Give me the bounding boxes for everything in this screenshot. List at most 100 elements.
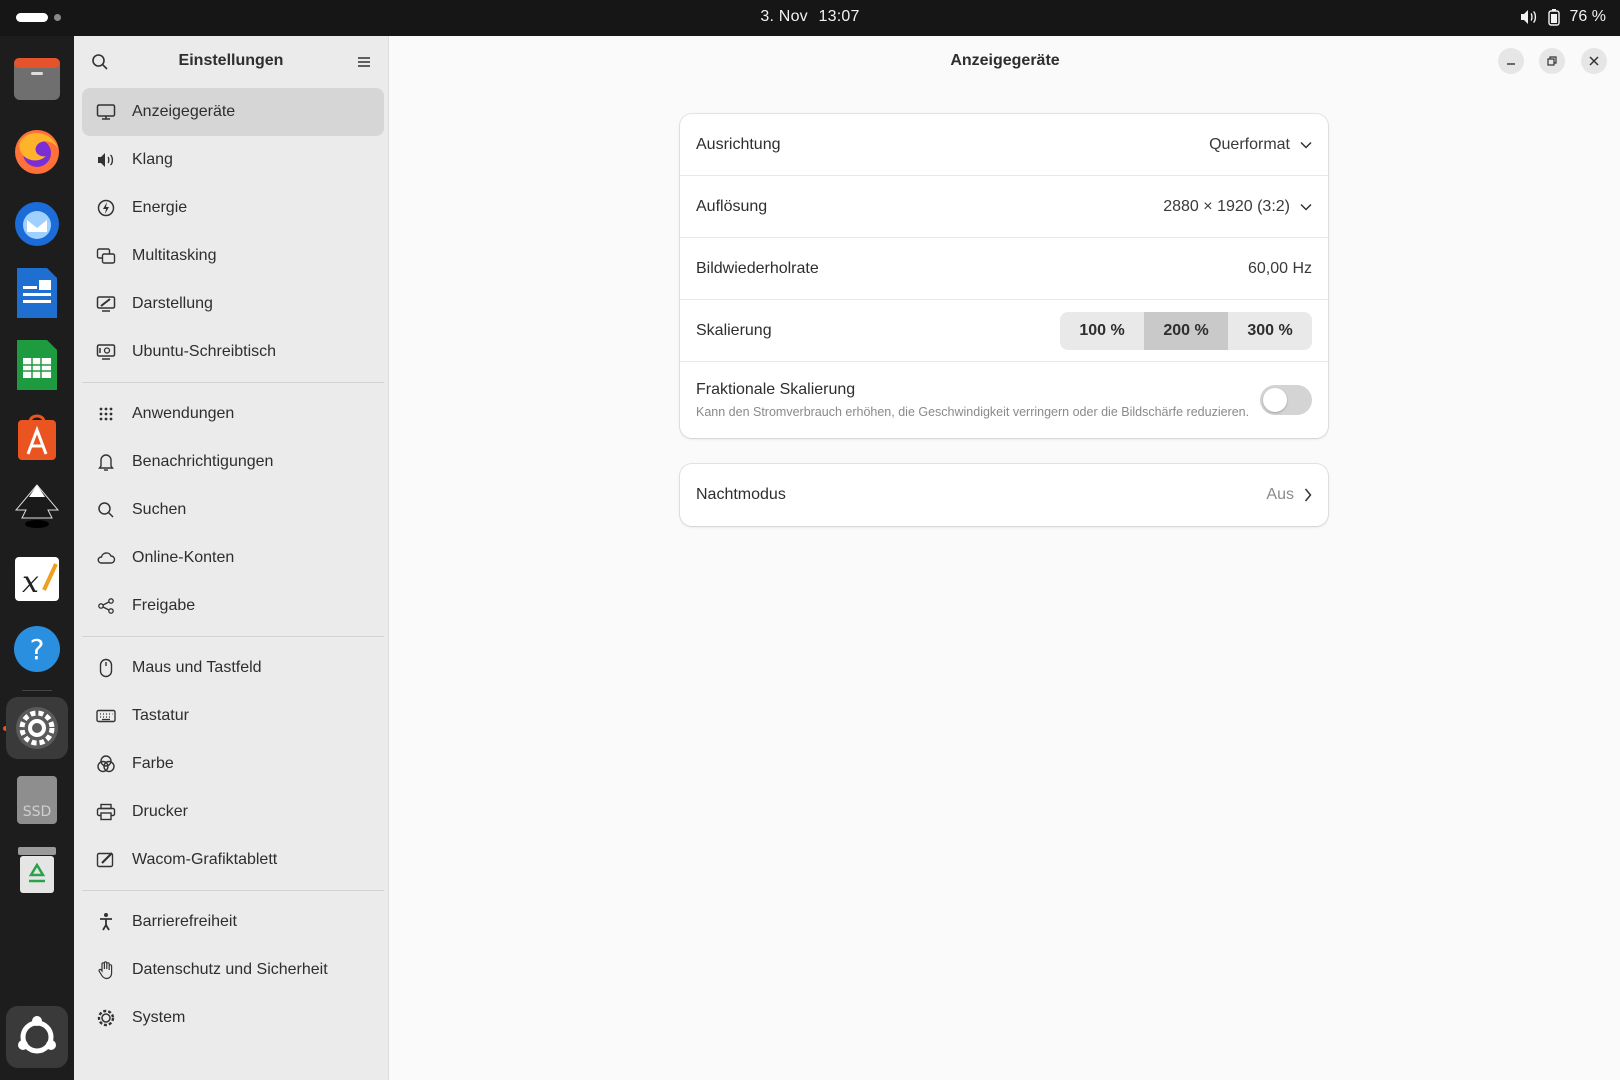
sidebar-item-label: Anwendungen <box>132 405 235 422</box>
sidebar-item-anzeigegeraete[interactable]: Anzeigegeräte <box>82 88 384 136</box>
orientation-dropdown[interactable]: Querformat <box>1209 136 1312 154</box>
night-mode-row[interactable]: Nachtmodus Aus <box>680 464 1328 526</box>
system-tray[interactable]: 76 % <box>1520 8 1606 26</box>
ssd-label: SSD <box>23 804 52 820</box>
sidebar-item-multitasking[interactable]: Multitasking <box>82 232 384 280</box>
night-mode-value: Aus <box>1266 486 1294 503</box>
fractional-scaling-row: Fraktionale Skalierung Kann den Stromver… <box>680 362 1328 438</box>
clock[interactable]: 3. Nov 13:07 <box>0 8 1620 26</box>
libreoffice-writer-icon[interactable] <box>6 262 68 324</box>
minimize-button[interactable] <box>1498 48 1524 74</box>
xournal-icon[interactable]: x <box>6 548 68 610</box>
sidebar-item-label: Farbe <box>132 755 174 772</box>
volume-icon <box>1520 9 1538 25</box>
main-menu-button[interactable] <box>350 48 378 76</box>
hamburger-menu-icon <box>358 57 370 67</box>
sidebar-item-barrierefreiheit[interactable]: Barrierefreiheit <box>82 898 384 946</box>
color-icon <box>96 754 116 774</box>
chevron-down-icon <box>1300 141 1312 149</box>
tablet-icon <box>96 850 116 870</box>
sidebar-item-darstellung[interactable]: Darstellung <box>82 280 384 328</box>
sidebar-item-benachrichtigungen[interactable]: Benachrichtigungen <box>82 438 384 486</box>
orientation-label: Ausrichtung <box>696 135 781 153</box>
sidebar-item-label: Drucker <box>132 803 189 820</box>
desktop-icon <box>96 342 116 362</box>
resolution-value: 2880 × 1920 (3:2) <box>1163 197 1290 215</box>
page-title: Anzeigegeräte <box>950 52 1060 69</box>
files-icon[interactable] <box>6 48 68 110</box>
sidebar-item-wacom-grafiktablett[interactable]: Wacom-Grafiktablett <box>82 836 384 884</box>
fractional-scaling-label: Fraktionale Skalierung <box>696 380 856 398</box>
scaling-label: Skalierung <box>696 321 772 339</box>
bell-icon <box>96 452 116 472</box>
fractional-scaling-toggle[interactable] <box>1260 385 1312 415</box>
sidebar-item-label: Anzeigegeräte <box>132 103 236 120</box>
sidebar-divider <box>82 636 384 637</box>
scale-option-100[interactable]: 100 % <box>1060 311 1144 350</box>
minimize-icon <box>1507 63 1515 65</box>
sidebar-item-label: Benachrichtigungen <box>132 453 274 470</box>
sidebar-item-datenschutz-und-sicherheit[interactable]: Datenschutz und Sicherheit <box>82 946 384 994</box>
thunderbird-icon[interactable] <box>6 192 68 254</box>
refresh-rate-value: 60,00 Hz <box>1247 259 1312 277</box>
sidebar-item-anwendungen[interactable]: Anwendungen <box>82 390 384 438</box>
sidebar-item-tastatur[interactable]: Tastatur <box>82 692 384 740</box>
sidebar-item-label: Wacom-Grafiktablett <box>132 851 278 868</box>
orientation-row[interactable]: Ausrichtung Querformat <box>680 114 1328 176</box>
cloud-icon <box>96 548 116 568</box>
share-icon <box>96 596 116 616</box>
sidebar-item-klang[interactable]: Klang <box>82 136 384 184</box>
sidebar-item-online-konten[interactable]: Online-Konten <box>82 534 384 582</box>
sidebar-item-maus-und-tastfeld[interactable]: Maus und Tastfeld <box>82 644 384 692</box>
svg-text:x: x <box>22 565 39 600</box>
sidebar-item-label: Freigabe <box>132 597 196 614</box>
resolution-row[interactable]: Auflösung 2880 × 1920 (3:2) <box>680 176 1328 238</box>
inkscape-icon[interactable] <box>6 476 68 538</box>
sidebar-item-energie[interactable]: Energie <box>82 184 384 232</box>
sidebar-item-label: Multitasking <box>132 247 217 264</box>
battery-icon <box>1547 8 1560 26</box>
sidebar-item-system[interactable]: System <box>82 994 384 1042</box>
search-icon <box>96 500 116 520</box>
refresh-rate-row: Bildwiederholrate 60,00 Hz <box>680 238 1328 300</box>
dock: x ? SSD <box>0 36 74 1080</box>
scale-option-200[interactable]: 200 % <box>1144 311 1228 350</box>
accessibility-icon <box>96 912 116 932</box>
settings-nav: Anzeigegeräte Klang Energie Multitasking… <box>82 88 384 1042</box>
sidebar-item-suchen[interactable]: Suchen <box>82 486 384 534</box>
help-icon[interactable]: ? <box>6 618 68 680</box>
libreoffice-calc-icon[interactable] <box>6 334 68 396</box>
refresh-rate-label: Bildwiederholrate <box>696 259 819 277</box>
battery-percentage: 76 % <box>1569 8 1606 25</box>
toggle-knob <box>1263 388 1287 412</box>
sidebar-item-farbe[interactable]: Farbe <box>82 740 384 788</box>
resolution-dropdown[interactable]: 2880 × 1920 (3:2) <box>1163 198 1312 216</box>
printer-icon <box>96 802 116 822</box>
sidebar-divider <box>82 382 384 383</box>
scale-option-300[interactable]: 300 % <box>1228 311 1312 350</box>
sidebar-item-label: Maus und Tastfeld <box>132 659 262 676</box>
content-header: Anzeigegeräte <box>390 36 1620 88</box>
sidebar-item-freigabe[interactable]: Freigabe <box>82 582 384 630</box>
sidebar-item-label: Online-Konten <box>132 549 235 566</box>
ssd-drive-icon[interactable]: SSD <box>6 769 68 831</box>
time-label: 13:07 <box>818 8 860 25</box>
multitasking-icon <box>96 246 116 266</box>
sidebar-item-ubuntu-schreibtisch[interactable]: Ubuntu-Schreibtisch <box>82 328 384 376</box>
settings-icon[interactable] <box>6 697 68 759</box>
sidebar-title: Einstellungen <box>178 52 284 69</box>
close-button[interactable] <box>1581 48 1607 74</box>
firefox-icon[interactable] <box>6 120 68 182</box>
sidebar-item-drucker[interactable]: Drucker <box>82 788 384 836</box>
app-center-icon[interactable] <box>6 406 68 468</box>
resolution-label: Auflösung <box>696 197 768 215</box>
trash-icon[interactable] <box>6 839 68 901</box>
scaling-selector: 100 % 200 % 300 % <box>1060 311 1312 350</box>
chevron-down-icon <box>1300 203 1312 211</box>
date-label: 3. Nov <box>760 8 808 25</box>
show-apps-icon[interactable] <box>6 1006 68 1068</box>
maximize-button[interactable] <box>1539 48 1565 74</box>
sidebar-item-label: Datenschutz und Sicherheit <box>132 961 328 978</box>
gear-icon <box>96 1008 116 1028</box>
keyboard-icon <box>96 706 116 726</box>
